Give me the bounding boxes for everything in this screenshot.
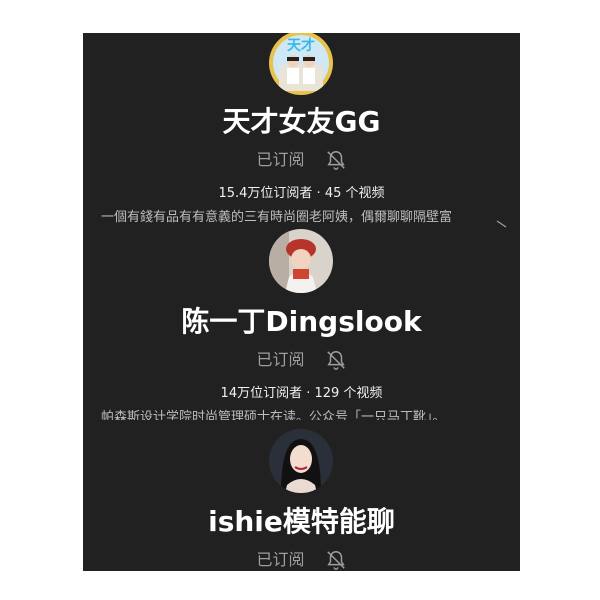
bell-off-icon[interactable] bbox=[325, 149, 347, 171]
channel-avatar-2[interactable] bbox=[269, 229, 333, 293]
avatar-photo bbox=[269, 229, 333, 293]
channel-name[interactable]: ishie模特能聊 bbox=[83, 505, 520, 539]
subscribe-row: 已订阅 bbox=[83, 347, 520, 373]
avatar-photo bbox=[269, 429, 333, 493]
channel-description: 一個有錢有品有有意義的三有時尚圈老阿姨，偶爾聊聊隔壁富 bbox=[101, 210, 453, 225]
channel-avatar-3[interactable] bbox=[269, 429, 333, 493]
subscribed-button[interactable]: 已订阅 bbox=[256, 150, 304, 170]
channel-name[interactable]: 天才女友GG bbox=[83, 105, 520, 139]
bell-off-icon[interactable] bbox=[325, 549, 347, 571]
channel-stats: 15.4万位订阅者 · 45 个视频 bbox=[218, 186, 385, 201]
channel-avatar-1[interactable]: 天才 bbox=[269, 33, 333, 95]
subscribe-row: 已订阅 bbox=[83, 147, 520, 173]
channel-stats: 14万位订阅者 · 129 个视频 bbox=[220, 386, 383, 401]
subscribed-button[interactable]: 已订阅 bbox=[256, 350, 304, 370]
subscribe-row: 已订阅 bbox=[83, 547, 520, 571]
channel-description: 帕森斯设计学院时尚管理硕士在读。公众号「一只马丁靴」。 bbox=[101, 410, 446, 420]
more-indicator-icon bbox=[496, 220, 507, 228]
bell-off-icon[interactable] bbox=[325, 349, 347, 371]
channel-name[interactable]: 陈一丁Dingslook bbox=[83, 305, 520, 339]
subscribed-channels-panel: 天才 天才女友GG 已订阅 15.4万位订阅者 · 45 个视频 一個有錢有品有… bbox=[83, 33, 520, 571]
subscribed-button[interactable]: 已订阅 bbox=[256, 550, 304, 570]
avatar-overlay-text: 天才 bbox=[287, 38, 315, 54]
